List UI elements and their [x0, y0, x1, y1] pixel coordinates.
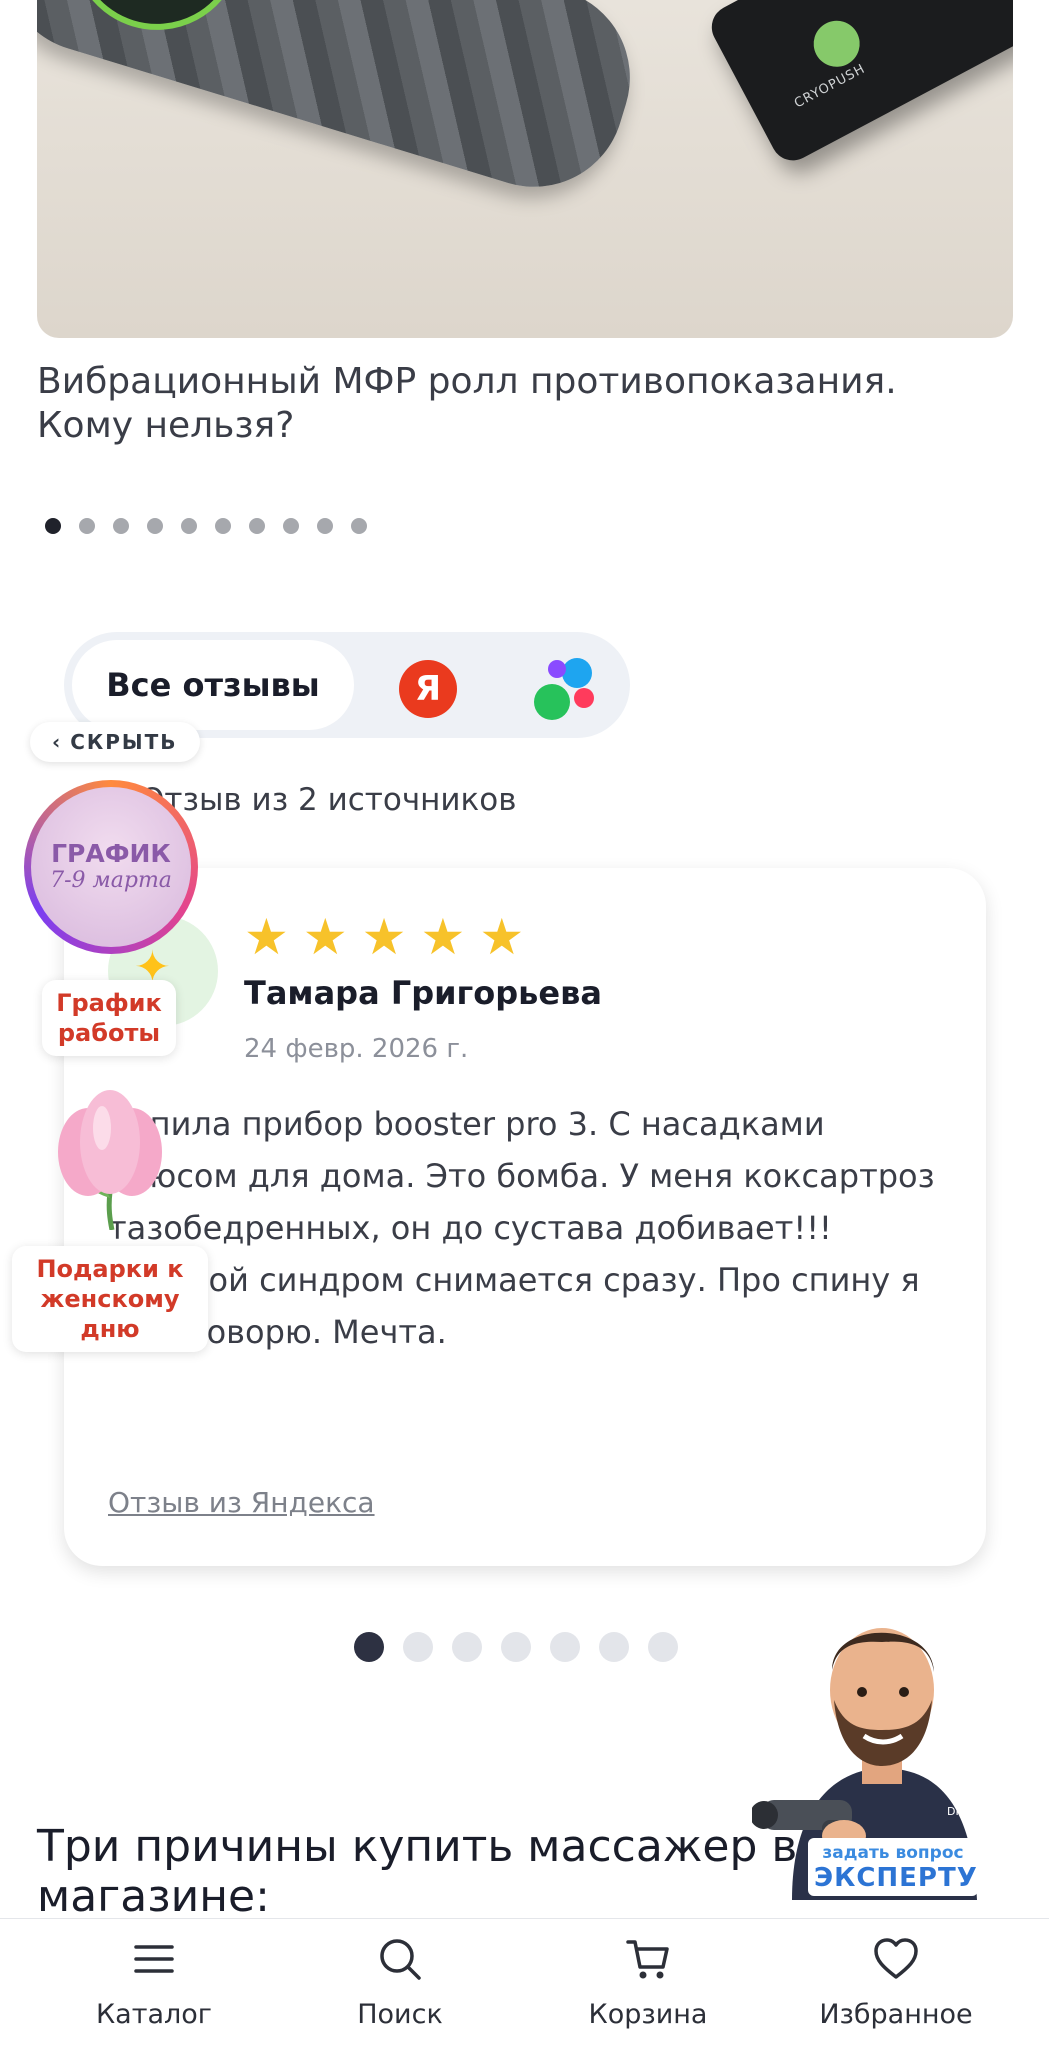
yandex-icon[interactable]: Я: [399, 660, 457, 718]
pagination-dot[interactable]: [181, 518, 197, 534]
pagination-dot-active[interactable]: [354, 1632, 384, 1662]
nav-catalog[interactable]: Каталог: [54, 1937, 254, 2030]
ask-expert-line2: ЭКСПЕРТУ: [814, 1863, 978, 1893]
review-card: ★ ★ ★ ★ ★ Тамара Григорьева 24 февр. 202…: [64, 868, 986, 1566]
pagination-dot[interactable]: [351, 518, 367, 534]
pagination-dot[interactable]: [317, 518, 333, 534]
pagination-dot[interactable]: [79, 518, 95, 534]
cart-icon: [626, 1940, 669, 1979]
massage-roller-graphic: [37, 0, 653, 210]
story-preview: ГРАФИК 7-9 марта: [31, 787, 191, 947]
rating-stars: ★ ★ ★ ★ ★: [244, 912, 524, 962]
pagination-dot-active[interactable]: [45, 518, 61, 534]
tulip-icon[interactable]: [50, 1080, 170, 1230]
article-carousel-pagination: [45, 518, 367, 534]
chevron-left-icon: ‹: [52, 730, 63, 754]
review-text: Купила прибор booster pro 3. С насадками…: [108, 1105, 935, 1351]
hide-promos-button[interactable]: ‹ СКРЫТЬ: [30, 722, 200, 762]
schedule-promo-label[interactable]: График работы: [42, 980, 176, 1056]
roller-cap-graphic: [50, 0, 264, 52]
nav-search[interactable]: Поиск: [300, 1937, 500, 2030]
pagination-dot[interactable]: [113, 518, 129, 534]
nav-catalog-label: Каталог: [96, 1999, 212, 2030]
pagination-dot[interactable]: [283, 518, 299, 534]
review-source-link[interactable]: Отзыв из Яндекса: [108, 1486, 375, 1519]
reviews-sources-caption: Отзыв из 2 источников: [140, 782, 517, 818]
pagination-dot[interactable]: [249, 518, 265, 534]
vk-maps-icon[interactable]: [534, 656, 604, 722]
bottom-navigation: Каталог Поиск Корзина Избранное: [0, 1918, 1049, 2048]
star-icon: ★: [361, 908, 407, 966]
heart-icon: [874, 1938, 918, 1979]
nav-favorites-label: Избранное: [819, 1999, 973, 2030]
pagination-dot[interactable]: [403, 1632, 433, 1662]
review-author: Тамара Григорьева: [244, 974, 602, 1012]
story-dates: 7-9 марта: [50, 868, 172, 893]
pagination-dot[interactable]: [147, 518, 163, 534]
remote-control-graphic: CRYOPUSH: [704, 0, 1013, 169]
article-image[interactable]: CRYOPUSH: [37, 0, 1013, 338]
schedule-story-circle[interactable]: ГРАФИК 7-9 марта: [24, 780, 198, 954]
ask-expert-button[interactable]: задать вопрос ЭКСПЕРТУ: [808, 1838, 978, 1896]
tab-all-reviews[interactable]: Все отзывы: [72, 640, 354, 730]
nav-favorites[interactable]: Избранное: [796, 1937, 996, 2030]
star-icon: ★: [244, 908, 289, 966]
pagination-dot[interactable]: [648, 1632, 678, 1662]
menu-icon: [134, 1945, 174, 1973]
pagination-dot[interactable]: [501, 1632, 531, 1662]
ask-expert-line1: задать вопрос: [822, 1843, 964, 1863]
gifts-promo-label[interactable]: Подарки к женскому дню: [12, 1246, 208, 1352]
star-icon: ★: [479, 908, 525, 966]
pagination-dot[interactable]: [215, 518, 231, 534]
pagination-dot[interactable]: [599, 1632, 629, 1662]
story-title: ГРАФИК: [51, 839, 171, 868]
search-icon: [380, 1939, 421, 1980]
reasons-heading: Три причины купить массажер в магазине:: [37, 1821, 798, 1922]
article-title[interactable]: Вибрационный МФР ролл противопоказания. …: [37, 360, 997, 448]
pagination-dot[interactable]: [452, 1632, 482, 1662]
pagination-dot[interactable]: [550, 1632, 580, 1662]
star-icon: ★: [302, 908, 348, 966]
star-icon: ★: [420, 908, 466, 966]
reviews-carousel-pagination: [354, 1632, 678, 1662]
hide-label: СКРЫТЬ: [70, 730, 178, 754]
svg-text:DP: DP: [947, 1805, 962, 1818]
nav-cart[interactable]: Корзина: [548, 1937, 748, 2030]
review-date: 24 февр. 2026 г.: [244, 1034, 469, 1064]
remote-brand-logo: CRYOPUSH: [791, 61, 868, 112]
nav-cart-label: Корзина: [588, 1999, 708, 2030]
nav-search-label: Поиск: [357, 1999, 443, 2030]
